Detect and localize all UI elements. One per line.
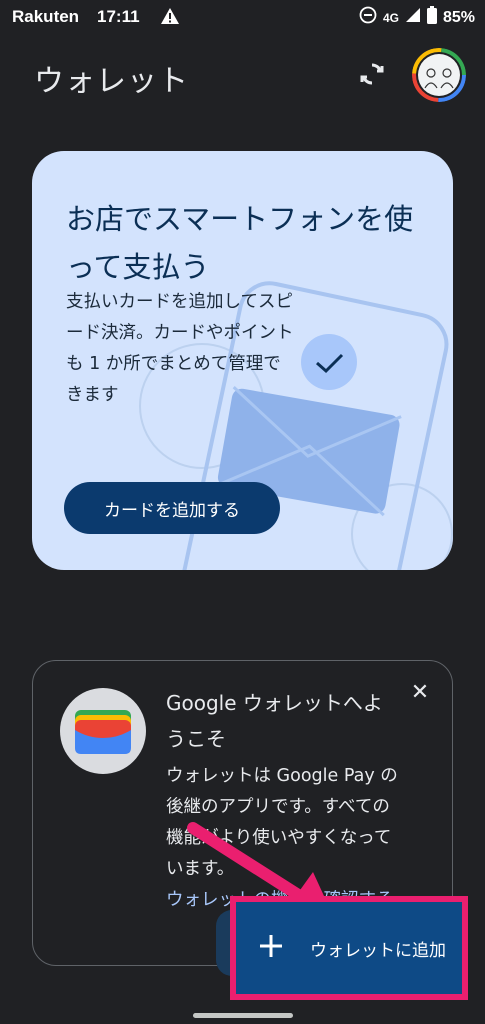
battery-icon [426,6,437,29]
welcome-title: Google ウォレットへようこそ [166,691,383,751]
google-wallet-icon [60,688,146,774]
page-title: ウォレット [34,64,189,99]
sync-button[interactable] [356,58,388,90]
carrier-name: Rakuten [12,7,80,26]
plus-icon [258,933,288,963]
fab-label: ウォレットに追加 [310,940,446,961]
account-avatar[interactable] [412,48,466,102]
fab-highlight-frame[interactable]: ウォレットに追加 [230,896,468,1000]
battery-percent: 85% [442,8,475,26]
clock: 17:11 [97,7,140,26]
status-bar: Rakuten 17:11 4G 85% [0,0,485,34]
warning-icon [160,6,180,30]
gesture-nav-handle[interactable] [193,1013,293,1018]
close-button[interactable]: ✕ [407,680,433,706]
close-icon: ✕ [410,680,430,705]
add-card-button[interactable]: カードを追加する [64,482,280,534]
signal-icon [405,7,421,28]
promo-title: お店でスマートフォンを使って支払う [66,202,414,284]
network-type: 4G [382,10,399,25]
sync-icon [360,63,384,85]
promo-description: 支払いカードを追加してスピード決済。カードやポイントも 1 か所でまとめて管理で… [66,292,294,405]
welcome-body: ウォレットは Google Pay の後継のアプリです。すべての機能がより使いや… [166,766,398,879]
app-bar: ウォレット [0,44,485,108]
add-to-wallet-fab[interactable]: ウォレットに追加 [216,896,468,1016]
do-not-disturb-icon [359,6,377,29]
promo-card: お店でスマートフォンを使って支払う 支払いカードを追加してスピード決済。カードや… [32,151,453,570]
status-icons: 4G 85% [359,6,475,29]
